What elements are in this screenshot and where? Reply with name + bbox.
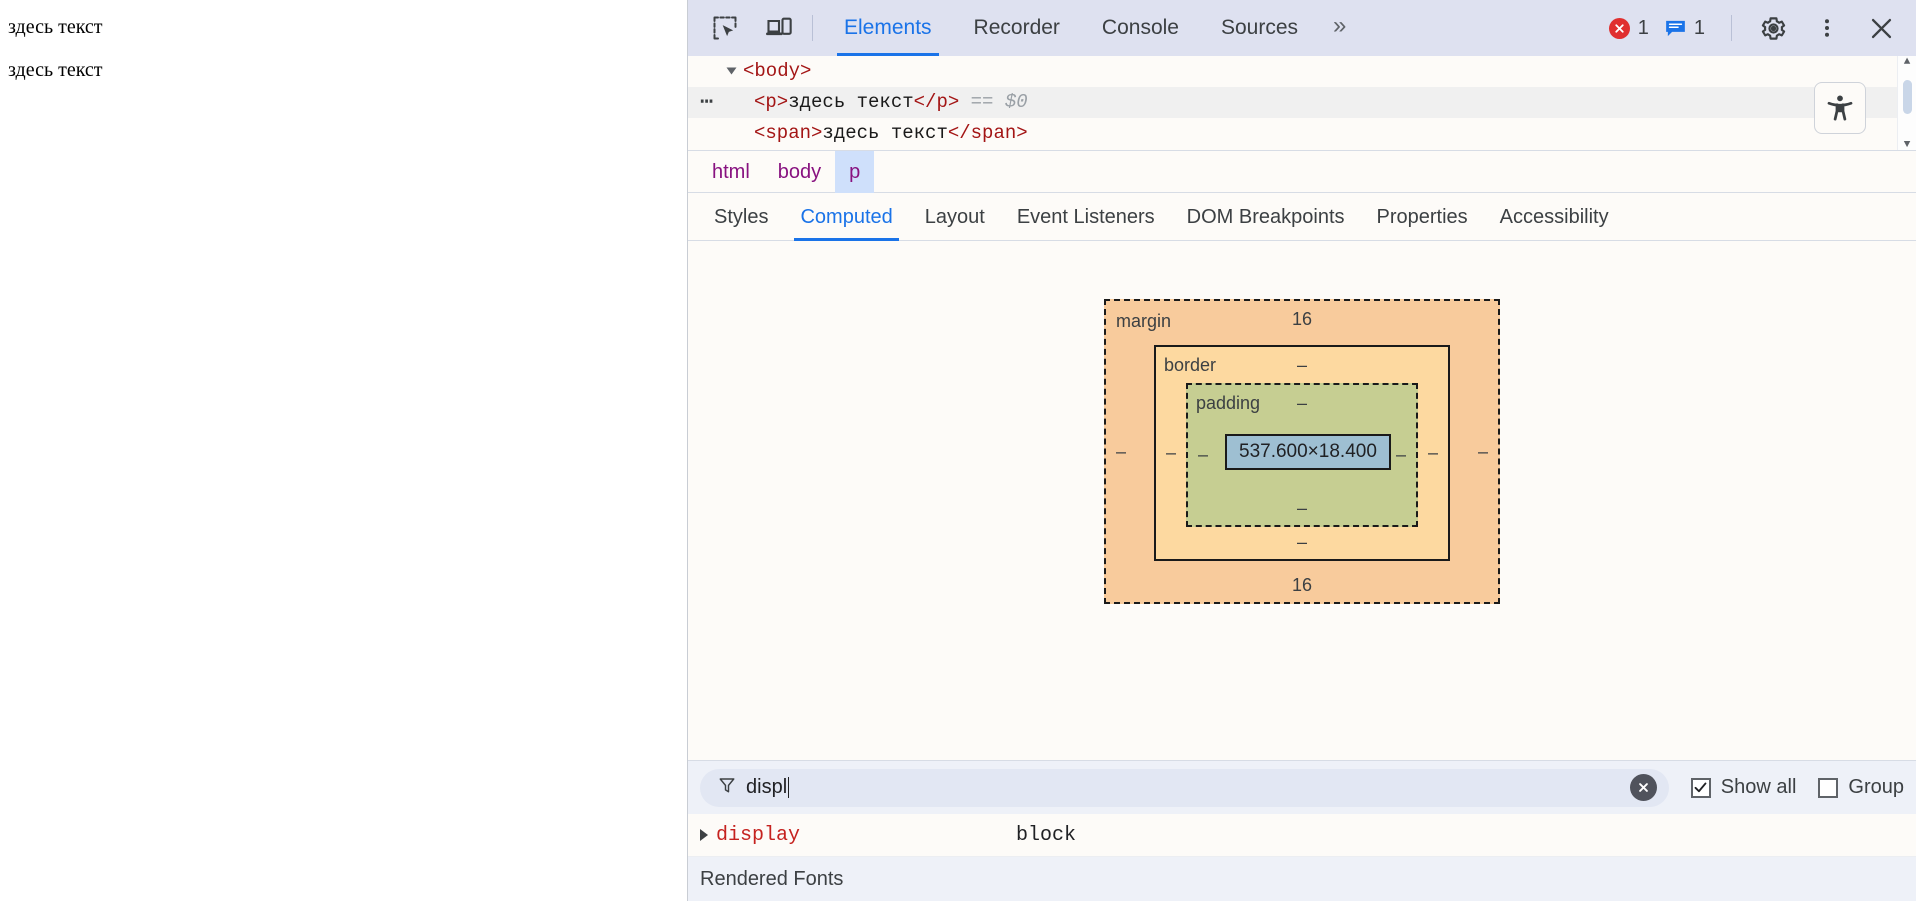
scroll-down-arrow-icon[interactable]: ▼ bbox=[1904, 139, 1911, 150]
tab-elements[interactable]: Elements bbox=[823, 0, 953, 56]
dom-selected-ref: == $0 bbox=[970, 91, 1028, 113]
scrollbar-thumb[interactable] bbox=[1903, 80, 1912, 114]
border-left-value[interactable]: – bbox=[1166, 443, 1176, 464]
page-span: здесь текст bbox=[8, 59, 103, 81]
padding-top-value[interactable]: – bbox=[1297, 393, 1307, 414]
dom-open-tag: <p> bbox=[754, 91, 789, 113]
property-value[interactable]: block bbox=[1016, 824, 1076, 847]
devtools-toolbar: Elements Recorder Console Sources » 1 1 bbox=[688, 0, 1916, 56]
show-all-label: Show all bbox=[1720, 776, 1797, 798]
border-top-value[interactable]: – bbox=[1297, 355, 1307, 376]
tab-console[interactable]: Console bbox=[1081, 0, 1200, 56]
tab-sources[interactable]: Sources bbox=[1200, 0, 1319, 56]
rendered-fonts-section[interactable]: Rendered Fonts bbox=[688, 857, 1916, 901]
toolbar-divider-2 bbox=[1731, 15, 1732, 41]
tab-dom-breakpoints[interactable]: DOM Breakpoints bbox=[1171, 193, 1361, 241]
tab-computed[interactable]: Computed bbox=[784, 193, 908, 241]
property-name: display bbox=[716, 823, 801, 847]
border-right-value[interactable]: – bbox=[1428, 443, 1438, 464]
dom-tree: <body> ⋯ <p>здесь текст</p> == $0 <span>з… bbox=[688, 56, 1916, 151]
error-count: 1 bbox=[1637, 16, 1649, 39]
tab-properties[interactable]: Properties bbox=[1361, 193, 1484, 241]
accessibility-person-icon[interactable] bbox=[1814, 82, 1866, 134]
group-checkbox[interactable]: Group bbox=[1818, 776, 1904, 799]
tab-recorder[interactable]: Recorder bbox=[953, 0, 1081, 56]
error-icon bbox=[1608, 17, 1630, 39]
dom-row[interactable]: <span>здесь текст</span> bbox=[688, 118, 1916, 149]
filter-input[interactable]: displ bbox=[700, 768, 1669, 807]
sidebar-tabs: Styles Computed Layout Event Listeners D… bbox=[688, 193, 1916, 241]
computed-panel-body: margin 16 16 – – border – – – – padding … bbox=[688, 241, 1916, 760]
filter-input-value: displ bbox=[746, 776, 788, 798]
dom-text: здесь текст bbox=[822, 122, 948, 144]
page-paragraph: здесь текст bbox=[8, 16, 103, 38]
checkbox-box[interactable] bbox=[1690, 777, 1711, 798]
computed-properties-list: display block bbox=[688, 814, 1916, 857]
box-model-border: border – – – – padding – – – – 537.600×1… bbox=[1154, 345, 1450, 561]
group-label: Group bbox=[1848, 776, 1904, 798]
close-icon[interactable] bbox=[1858, 7, 1904, 49]
border-bottom-value[interactable]: – bbox=[1297, 532, 1307, 553]
clear-x-icon[interactable] bbox=[1629, 774, 1657, 801]
dom-open-tag: <body> bbox=[743, 60, 812, 82]
screen: здесь текст здесь текст Elements Recorde… bbox=[0, 0, 1916, 901]
border-label: border bbox=[1164, 355, 1217, 375]
box-model-margin: margin 16 16 – – border – – – – padding … bbox=[1104, 299, 1500, 604]
margin-right-value[interactable]: – bbox=[1478, 441, 1488, 462]
box-model-content-size[interactable]: 537.600×18.400 bbox=[1225, 434, 1391, 470]
breadcrumb-item-html[interactable]: html bbox=[698, 151, 764, 193]
margin-label: margin bbox=[1116, 311, 1172, 331]
scroll-up-arrow-icon[interactable]: ▲ bbox=[1904, 56, 1911, 68]
message-counter[interactable]: 1 bbox=[1665, 17, 1705, 40]
dom-close-tag: </span> bbox=[947, 122, 1028, 144]
dom-open-tag: <span> bbox=[754, 122, 823, 144]
message-icon bbox=[1665, 20, 1686, 37]
box-model-padding: padding – – – – 537.600×18.400 bbox=[1186, 383, 1418, 527]
devtools-panel: Elements Recorder Console Sources » 1 1 … bbox=[688, 0, 1916, 901]
breadcrumb-item-body[interactable]: body bbox=[764, 151, 835, 193]
breadcrumb: html body p bbox=[688, 150, 1916, 193]
error-counter[interactable]: 1 bbox=[1608, 16, 1649, 40]
toolbar-right-group: 1 1 bbox=[1608, 0, 1916, 56]
show-all-checkbox[interactable]: Show all bbox=[1690, 776, 1797, 799]
margin-top-value[interactable]: 16 bbox=[1292, 309, 1312, 330]
padding-bottom-value[interactable]: – bbox=[1297, 498, 1307, 519]
chevron-right-icon[interactable] bbox=[700, 829, 708, 841]
tab-styles[interactable]: Styles bbox=[698, 193, 784, 241]
tab-layout[interactable]: Layout bbox=[909, 193, 1001, 241]
chevron-down-icon[interactable] bbox=[726, 67, 737, 75]
page-viewport: здесь текст здесь текст bbox=[0, 0, 688, 901]
tab-event-listeners[interactable]: Event Listeners bbox=[1001, 193, 1171, 241]
check-icon bbox=[1694, 782, 1707, 793]
dom-row[interactable]: <body> bbox=[688, 56, 1916, 87]
breadcrumb-item-p[interactable]: p bbox=[835, 150, 875, 193]
padding-label: padding bbox=[1196, 393, 1261, 413]
margin-bottom-value[interactable]: 16 bbox=[1292, 575, 1312, 596]
padding-left-value[interactable]: – bbox=[1198, 445, 1208, 466]
dom-tree-scrollbar[interactable]: ▲ ▼ bbox=[1897, 56, 1916, 150]
kebab-menu-icon[interactable] bbox=[1804, 7, 1850, 49]
dom-text: здесь текст bbox=[788, 91, 914, 113]
checkbox-box[interactable] bbox=[1818, 777, 1839, 798]
filter-funnel-icon bbox=[718, 776, 736, 799]
toolbar-divider bbox=[812, 15, 813, 41]
margin-left-value[interactable]: – bbox=[1116, 441, 1126, 462]
box-model-diagram: margin 16 16 – – border – – – – padding … bbox=[1104, 299, 1500, 604]
text-caret bbox=[788, 777, 790, 798]
property-row[interactable]: display block bbox=[688, 814, 1916, 857]
gear-icon[interactable] bbox=[1750, 7, 1796, 49]
device-toolbar-icon[interactable] bbox=[756, 7, 802, 49]
padding-right-value[interactable]: – bbox=[1396, 445, 1406, 466]
dom-row[interactable]: ⋯ <p>здесь текст</p> == $0 bbox=[688, 87, 1916, 118]
message-count: 1 bbox=[1693, 16, 1705, 39]
computed-filter-bar: displ Show all Group bbox=[688, 760, 1916, 814]
more-tabs-button[interactable]: » bbox=[1319, 0, 1357, 56]
dom-row-menu-icon[interactable]: ⋯ bbox=[700, 91, 714, 113]
dom-close-tag: </p> bbox=[913, 91, 960, 113]
inspect-element-icon[interactable] bbox=[702, 7, 748, 49]
tab-accessibility[interactable]: Accessibility bbox=[1484, 193, 1625, 241]
